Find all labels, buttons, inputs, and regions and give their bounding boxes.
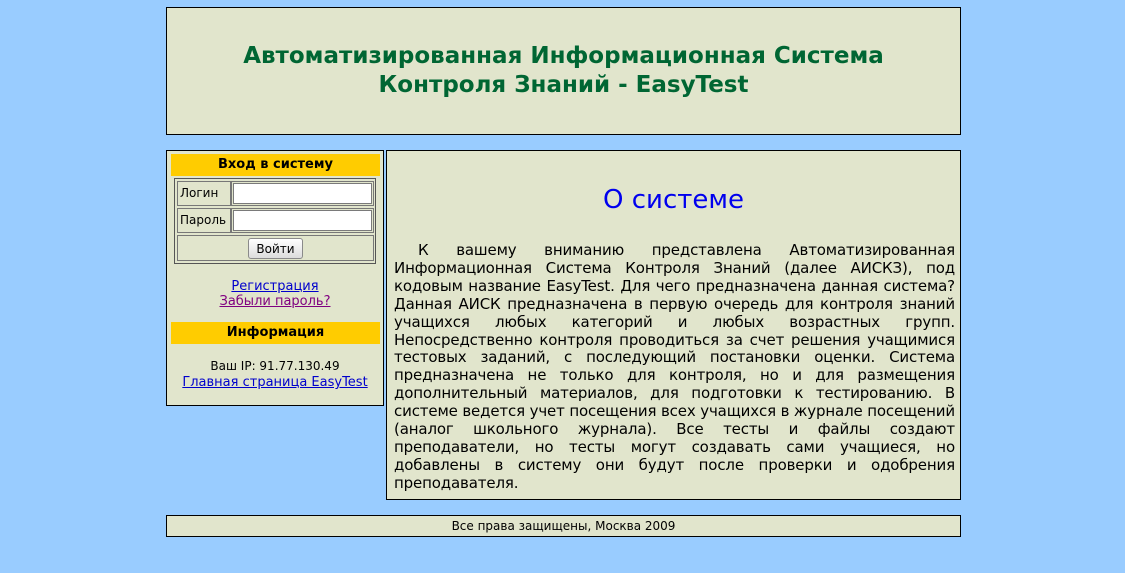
page-header: Автоматизированная Информационная Систем… bbox=[166, 7, 961, 135]
password-label: Пароль bbox=[177, 208, 231, 233]
copyright-text: Все права защищены, Москва 2009 bbox=[451, 519, 676, 533]
main-content: О системе К вашему вниманию представлена… bbox=[386, 150, 961, 500]
page-title: О системе bbox=[603, 185, 744, 215]
password-input[interactable] bbox=[233, 210, 372, 231]
site-title: Автоматизированная Информационная Систем… bbox=[243, 42, 884, 100]
info-section-header: Информация bbox=[171, 322, 380, 344]
login-form: Логин Пароль Войти bbox=[174, 178, 376, 264]
login-cell bbox=[231, 181, 374, 206]
sidebar: Вход в систему Логин Пароль Войти Регист… bbox=[166, 150, 384, 406]
login-button[interactable]: Войти bbox=[248, 238, 303, 259]
about-text: К вашему вниманию представлена Автоматиз… bbox=[394, 241, 955, 492]
login-input[interactable] bbox=[233, 183, 372, 204]
login-label: Логин bbox=[177, 181, 231, 206]
register-link[interactable]: Регистрация bbox=[167, 279, 383, 294]
ip-address-text: Ваш IP: 91.77.130.49 bbox=[210, 359, 340, 373]
site-title-line1: Автоматизированная Информационная Систем… bbox=[243, 43, 884, 69]
login-section-header: Вход в систему bbox=[171, 154, 380, 176]
home-page-link[interactable]: Главная страница EasyTest bbox=[167, 375, 383, 390]
site-title-line2: Контроля Знаний - EasyTest bbox=[378, 72, 749, 98]
footer: Все права защищены, Москва 2009 bbox=[166, 515, 961, 537]
password-cell bbox=[231, 208, 374, 233]
forgot-password-link[interactable]: Забыли пароль? bbox=[167, 294, 383, 309]
